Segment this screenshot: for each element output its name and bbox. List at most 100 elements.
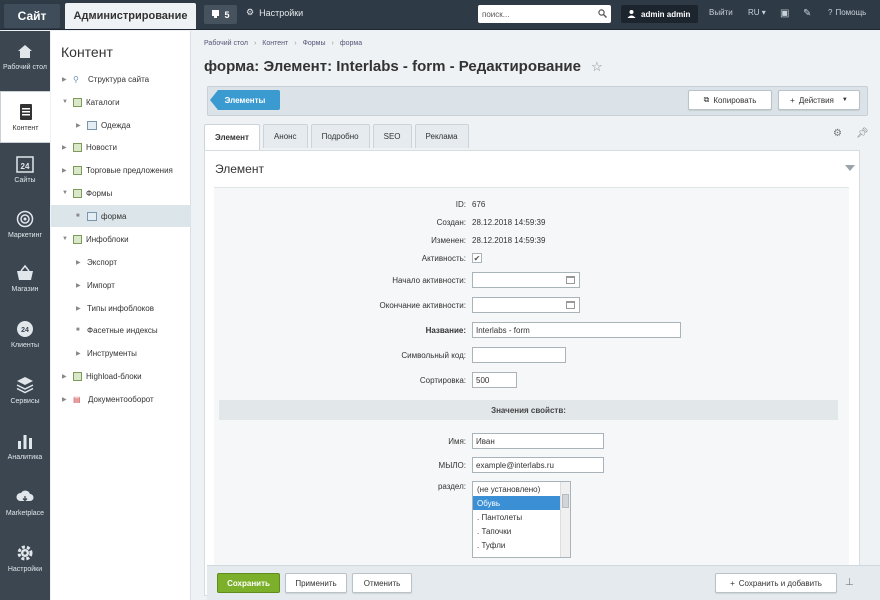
expand-arrow-icon[interactable]: ▶ [62,144,68,151]
nav-analytics[interactable]: Аналитика [0,421,50,473]
breadcrumb-item[interactable]: форма [340,40,362,47]
tab-ads[interactable]: Реклама [414,124,469,148]
gear-icon[interactable]: ⚙ [833,128,842,139]
calendar-icon[interactable] [566,301,575,309]
menu-item-highload[interactable]: ▶ Highload-блоки [51,365,191,387]
tab-seo[interactable]: SEO [372,124,412,148]
listbox-scrollbar[interactable] [560,482,570,557]
apply-button[interactable]: Применить [285,573,347,593]
scrollbar-thumb[interactable] [562,494,569,508]
expand-arrow-icon[interactable]: ▼ [62,190,68,196]
cancel-button[interactable]: Отменить [352,573,412,593]
menu-item-catalogs[interactable]: ▼ Каталоги [51,91,191,113]
menu-item-infoblock-types[interactable]: ▶ Типы инфоблоков [51,297,191,319]
listbox-option[interactable]: . Тапочки [473,524,570,538]
section-listbox[interactable]: (не установлено) Обувь . Пантолеты . Тап… [472,481,571,558]
notifications-count: 5 [224,9,230,20]
star-icon[interactable]: ☆ [591,59,603,75]
tab-element[interactable]: Элемент [204,124,260,150]
notifications-button[interactable]: 5 [204,5,237,24]
admin-tab[interactable]: Администрирование [65,3,196,29]
code-input[interactable] [472,347,566,363]
nav-marketplace[interactable]: Marketplace [0,477,50,529]
save-and-add-button[interactable]: + Сохранить и добавить [715,573,837,593]
menu-item-clothes[interactable]: ▶ Одежда [51,114,191,136]
menu-title: Контент [61,44,113,60]
chevron-down-icon: ▼ [841,97,848,103]
language-selector[interactable]: RU ▾ [748,8,766,17]
expand-arrow-icon[interactable]: ▶ [62,396,68,403]
active-checkbox[interactable]: ✔ [472,253,482,263]
expand-arrow-icon[interactable]: ▶ [62,167,68,174]
prop-name-label: Имя: [448,436,466,446]
active-label: Активность: [421,253,466,263]
active-from-input[interactable] [472,272,580,288]
help-link[interactable]: ? Помощь [828,8,866,17]
panel-icon[interactable]: ▣ [780,8,789,19]
bullet-icon: ■ [76,213,80,219]
listbox-option[interactable]: Обувь [473,496,570,510]
expand-arrow-icon[interactable]: ▶ [76,305,82,312]
save-button[interactable]: Сохранить [217,573,280,593]
expand-arrow-icon[interactable]: ▼ [62,236,68,242]
nav-content[interactable]: Контент [0,91,50,143]
prop-name-input[interactable]: Иван [472,433,604,449]
elements-button[interactable]: Элементы [210,90,280,110]
folder-icon [73,188,82,198]
nav-marketing[interactable]: Маркетинг [0,199,50,251]
menu-item-export[interactable]: ▶ Экспорт [51,251,191,273]
expand-arrow-icon[interactable]: ▶ [62,373,68,380]
nav-services[interactable]: Сервисы [0,365,50,417]
collapse-icon[interactable] [845,165,855,171]
breadcrumb-item[interactable]: Контент [262,40,288,47]
menu-item-site-structure[interactable]: ▶ ⚲ Структура сайта [51,68,191,90]
nav-settings[interactable]: Настройки [0,533,50,585]
menu-item-infoblocks[interactable]: ▼ Инфоблоки [51,228,191,250]
expand-arrow-icon[interactable]: ▶ [76,282,82,289]
tab-details[interactable]: Подробно [310,124,370,148]
menu-item-docflow[interactable]: ▶ ▤ Документооборот [51,388,191,410]
expand-arrow-icon[interactable]: ▶ [62,76,68,83]
menu-item-form[interactable]: ■ форма [51,205,191,227]
actions-button[interactable]: + Действия ▼ [778,90,860,110]
breadcrumb-item[interactable]: Формы [303,40,326,47]
breadcrumb-item[interactable]: Рабочий стол [204,40,248,47]
menu-item-tools[interactable]: ▶ Инструменты [51,342,191,364]
search-input[interactable]: поиск... [478,5,611,23]
site-tab[interactable]: Сайт [4,4,60,28]
listbox-option[interactable]: (не установлено) [473,482,570,496]
created-label: Создан: [436,217,466,227]
logout-link[interactable]: Выйти [709,8,733,17]
nav-desktop[interactable]: Рабочий стол [0,31,50,83]
listbox-option[interactable]: . Туфли [473,538,570,552]
tab-announce[interactable]: Анонс [262,124,308,148]
settings-link[interactable]: ⚙ Настройки [246,7,303,18]
expand-arrow-icon[interactable]: ▶ [76,350,82,357]
nav-label: Магазин [11,286,39,293]
listbox-option[interactable]: . Пантолеты [473,510,570,524]
prop-email-input[interactable]: example@interlabs.ru [472,457,604,473]
expand-arrow-icon[interactable]: ▶ [76,122,82,129]
menu-item-news[interactable]: ▶ Новости [51,136,191,158]
nav-sites[interactable]: 24 Сайты [0,144,50,196]
name-input[interactable]: Interlabs - form [472,322,681,338]
pin-icon[interactable]: ✎ [803,8,811,19]
nav-shop[interactable]: Магазин [0,253,50,305]
menu-item-forms[interactable]: ▼ Формы [51,182,191,204]
menu-item-facet-indexes[interactable]: ■ Фасетные индексы [51,319,191,341]
user-button[interactable]: admin admin [621,5,698,23]
expand-arrow-icon[interactable]: ▶ [76,259,82,266]
active-to-label: Окончание активности: [379,300,467,310]
menu-item-import[interactable]: ▶ Импорт [51,274,191,296]
pin-icon[interactable]: 📌︎ [856,128,869,139]
calendar-icon[interactable] [566,276,575,284]
nav-clients[interactable]: 24 Клиенты [0,309,50,361]
active-to-input[interactable] [472,297,580,313]
pin-icon[interactable]: ⊥ [845,577,854,588]
panel-heading: Элемент [215,162,264,176]
sort-input[interactable]: 500 [472,372,517,388]
expand-arrow-icon[interactable]: ▼ [62,99,68,105]
modified-value: 28.12.2018 14:59:39 [472,235,546,245]
copy-button[interactable]: ⧉ Копировать [688,90,772,110]
menu-item-trade-offers[interactable]: ▶ Торговые предложения [51,159,191,181]
